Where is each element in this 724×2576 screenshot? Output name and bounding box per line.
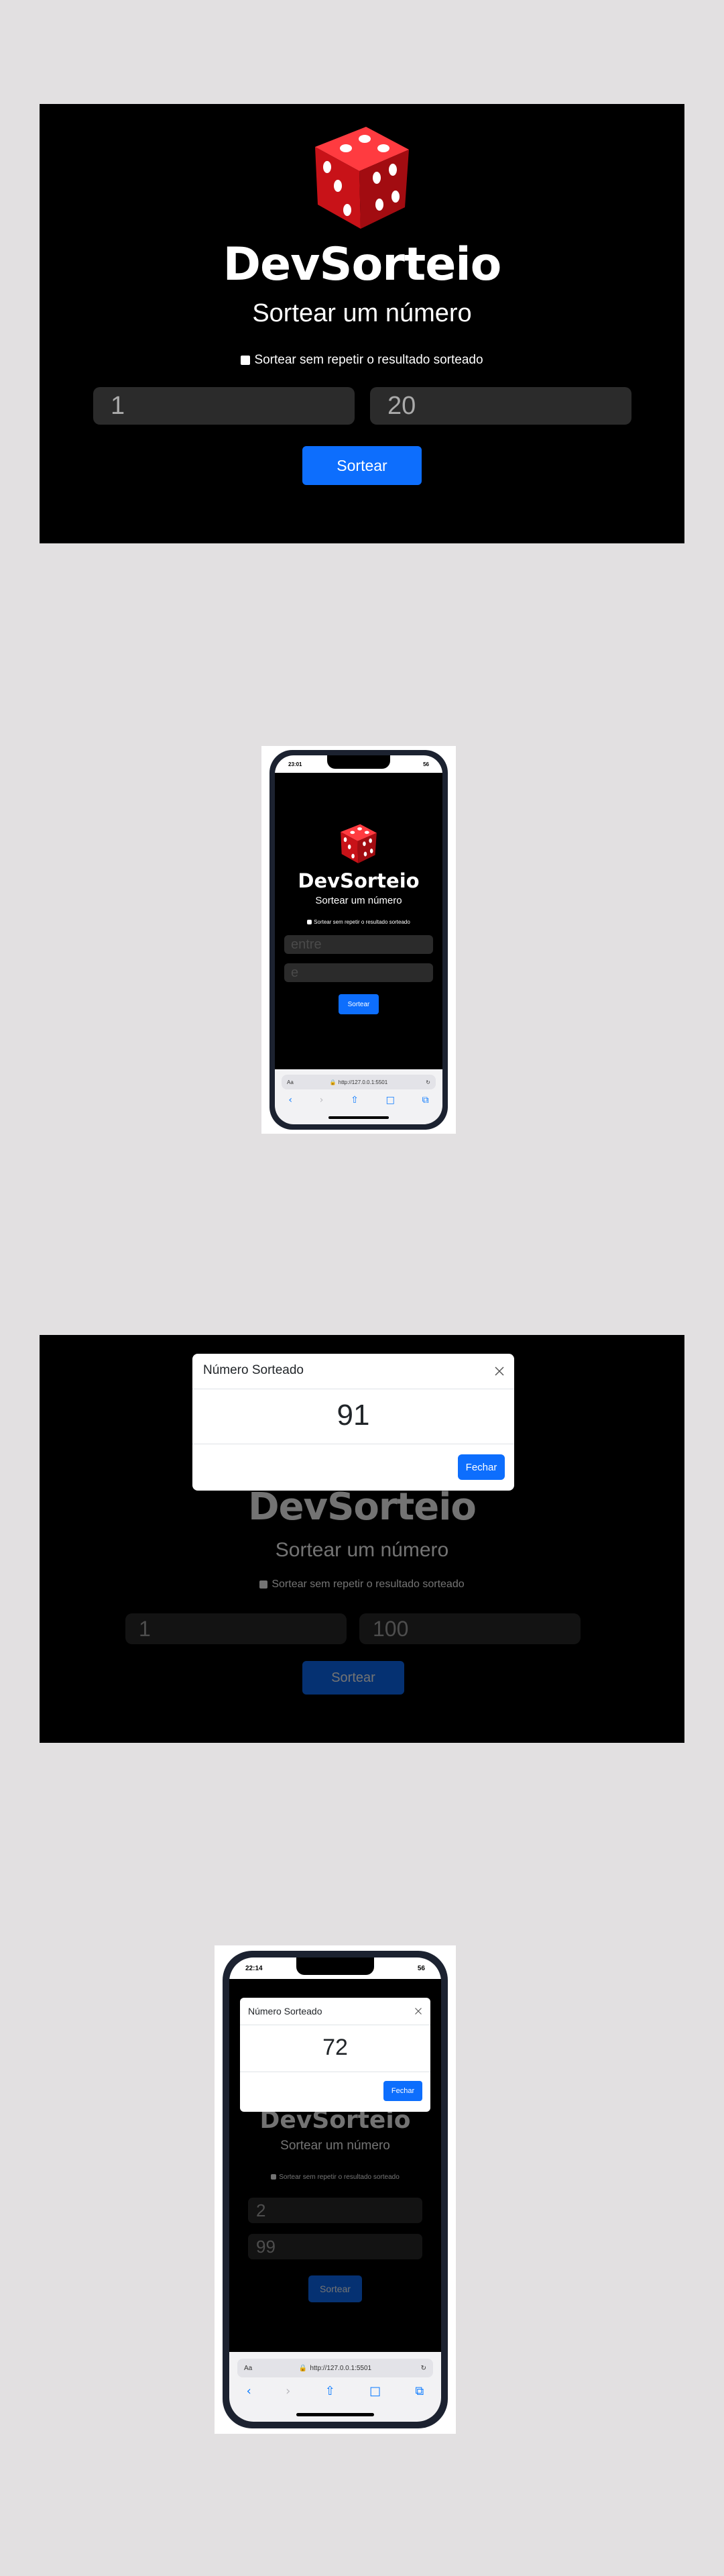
share-icon[interactable]: ⇧ — [351, 1095, 359, 1106]
tabs-icon[interactable]: ⧉ — [415, 2384, 424, 2398]
sortear-button[interactable]: Sortear — [308, 2275, 362, 2302]
url-text: http://127.0.0.1:5501 — [310, 2364, 372, 2372]
book-icon[interactable]: □ — [369, 2384, 381, 2398]
page-subtitle: Sortear um número — [252, 299, 472, 327]
dice-icon — [341, 824, 377, 863]
desktop-screenshot-1: DevSorteio Sortear um número Sortear sem… — [40, 104, 684, 543]
page-title: DevSorteio — [223, 238, 502, 291]
status-battery: 56 — [423, 761, 429, 767]
min-input[interactable]: 2 — [248, 2198, 422, 2223]
phone-screen: 23:01 56 DevSorteio Sortear um número So… — [275, 755, 442, 1124]
no-repeat-checkbox[interactable]: Sortear sem repetir o resultado sorteado — [40, 353, 684, 367]
min-input-value: 2 — [256, 2200, 266, 2220]
back-icon[interactable]: ‹ — [288, 1095, 292, 1106]
phone-screenshot-1-frame: 23:01 56 DevSorteio Sortear um número So… — [261, 746, 456, 1134]
lock-icon: 🔒 — [298, 2364, 308, 2372]
checkbox-box[interactable] — [307, 919, 312, 924]
address-bar[interactable]: Aa 🔒 http://127.0.0.1:5501 ↻ — [282, 1075, 436, 1089]
result-modal: Número Sorteado 72 Fechar — [240, 1998, 430, 2112]
max-input[interactable]: 100 — [359, 1613, 581, 1644]
safari-toolbar: Aa 🔒 http://127.0.0.1:5501 ↻ ‹ › ⇧ □ ⧉ — [275, 1069, 442, 1124]
page-subtitle: Sortear um número — [275, 1539, 449, 1561]
max-input[interactable]: e — [284, 963, 433, 982]
safari-nav: ‹ › ⇧ □ ⧉ — [229, 2384, 441, 2398]
safari-nav: ‹ › ⇧ □ ⧉ — [275, 1095, 442, 1106]
modal-title: Número Sorteado — [248, 2006, 322, 2017]
home-indicator — [328, 1116, 389, 1119]
max-input[interactable]: 20 — [370, 387, 631, 425]
min-input[interactable]: 1 — [93, 387, 355, 425]
phone-screenshot-2-frame: 22:14 56 DevSorteio Sortear um número So… — [215, 1945, 456, 2434]
tabs-icon[interactable]: ⧉ — [422, 1095, 429, 1106]
min-input[interactable]: entre — [284, 935, 433, 954]
no-repeat-checkbox[interactable]: Sortear sem repetir o resultado sorteado — [275, 918, 442, 926]
checkbox-label: Sortear sem repetir o resultado sorteado — [254, 353, 483, 367]
min-input-value: 1 — [111, 391, 125, 420]
phone-screen: 22:14 56 DevSorteio Sortear um número So… — [229, 1957, 441, 2422]
sortear-button[interactable]: Sortear — [302, 446, 422, 485]
lock-icon: 🔒 — [329, 1079, 337, 1085]
max-input-value: 20 — [387, 391, 416, 420]
forward-icon[interactable]: › — [320, 1095, 324, 1106]
status-time: 23:01 — [288, 761, 302, 767]
address-bar[interactable]: Aa 🔒 http://127.0.0.1:5501 ↻ — [237, 2359, 433, 2377]
share-icon[interactable]: ⇧ — [325, 2384, 335, 2398]
safari-toolbar: Aa 🔒 http://127.0.0.1:5501 ↻ ‹ › ⇧ □ ⧉ — [229, 2352, 441, 2422]
checkbox-box[interactable] — [241, 356, 251, 365]
max-input-placeholder: e — [291, 965, 299, 980]
book-icon[interactable]: □ — [386, 1095, 395, 1106]
forward-icon[interactable]: › — [286, 2384, 290, 2398]
url-text: http://127.0.0.1:5501 — [338, 1079, 388, 1085]
page-subtitle: Sortear um número — [315, 895, 402, 906]
reload-icon[interactable]: ↻ — [421, 2365, 426, 2372]
checkbox-label: Sortear sem repetir o resultado sorteado — [279, 2173, 400, 2181]
page-subtitle: Sortear um número — [280, 2139, 390, 2153]
min-input-value: 1 — [139, 1616, 151, 1641]
result-modal: Número Sorteado 91 Fechar — [192, 1354, 514, 1491]
no-repeat-checkbox[interactable]: Sortear sem repetir o resultado sorteado — [40, 1578, 684, 1591]
max-input[interactable]: 99 — [248, 2234, 422, 2259]
min-input[interactable]: 1 — [125, 1613, 347, 1644]
sortear-button[interactable]: Sortear — [302, 1661, 404, 1695]
checkbox-label: Sortear sem repetir o resultado sorteado — [314, 918, 410, 925]
home-indicator — [296, 2413, 374, 2416]
result-number: 91 — [337, 1399, 370, 1432]
max-input-value: 100 — [373, 1616, 409, 1641]
min-input-placeholder: entre — [291, 936, 322, 952]
checkbox-label: Sortear sem repetir o resultado sorteado — [272, 1578, 465, 1590]
desktop-screenshot-2: DevSorteio Sortear um número Sortear sem… — [40, 1335, 684, 1743]
checkbox-box[interactable] — [259, 1580, 268, 1589]
modal-title: Número Sorteado — [203, 1363, 304, 1377]
page-title: DevSorteio — [248, 1485, 477, 1529]
result-number: 72 — [322, 2035, 348, 2060]
reload-icon[interactable]: ↻ — [426, 1079, 430, 1085]
reader-button[interactable]: Aa — [287, 1079, 294, 1085]
close-icon[interactable] — [414, 2007, 422, 2015]
dice-icon — [315, 127, 409, 229]
max-input-value: 99 — [256, 2236, 276, 2257]
close-modal-button[interactable]: Fechar — [458, 1454, 505, 1480]
back-icon[interactable]: ‹ — [247, 2384, 251, 2398]
phone-notch — [327, 755, 390, 769]
checkbox-box[interactable] — [271, 2174, 277, 2180]
sortear-button[interactable]: Sortear — [339, 994, 379, 1014]
no-repeat-checkbox[interactable]: Sortear sem repetir o resultado sorteado — [229, 2172, 441, 2182]
reader-button[interactable]: Aa — [244, 2365, 252, 2372]
close-icon[interactable] — [494, 1366, 505, 1377]
page-title: DevSorteio — [298, 869, 420, 892]
close-modal-button[interactable]: Fechar — [383, 2081, 422, 2101]
